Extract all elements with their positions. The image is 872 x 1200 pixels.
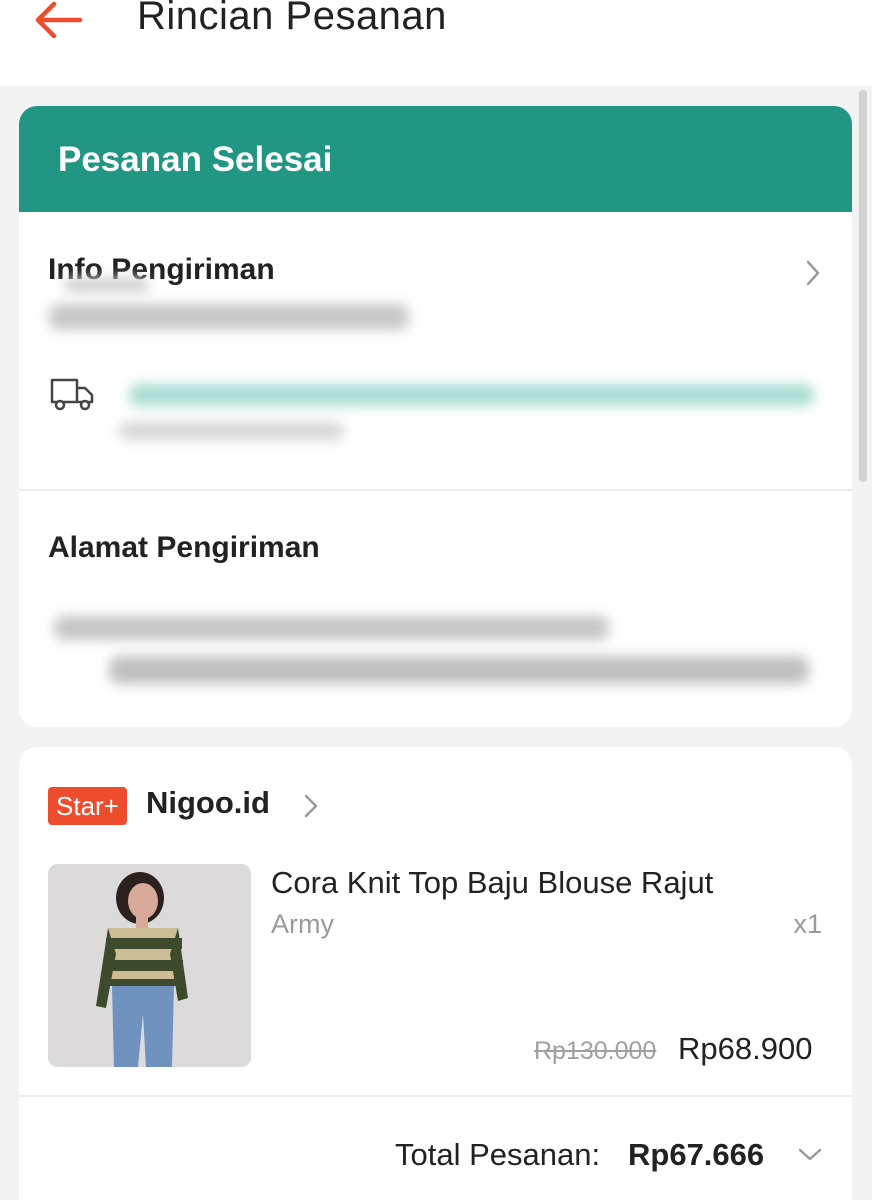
shipping-address-title: Alamat Pengiriman bbox=[48, 531, 320, 564]
top-bar: Rincian Pesanan bbox=[0, 0, 872, 86]
arrow-left-icon bbox=[35, 1, 83, 39]
truck-icon bbox=[50, 378, 94, 411]
redacted-courier bbox=[64, 278, 149, 292]
chevron-down-icon[interactable] bbox=[797, 1147, 823, 1163]
product-name[interactable]: Cora Knit Top Baju Blouse Rajut bbox=[271, 865, 713, 901]
product-price: Rp68.900 bbox=[678, 1031, 813, 1066]
product-photo bbox=[48, 864, 251, 1067]
product-variant: Army bbox=[271, 909, 334, 939]
original-price: Rp130.000 bbox=[534, 1037, 657, 1065]
scrollbar[interactable] bbox=[859, 90, 867, 482]
order-total-value: Rp67.666 bbox=[628, 1137, 765, 1172]
redacted-shipping-time bbox=[119, 422, 344, 440]
redacted-tracking-number bbox=[49, 304, 409, 330]
chevron-right-icon[interactable] bbox=[804, 259, 822, 287]
order-status-banner: Pesanan Selesai bbox=[19, 106, 852, 212]
page-title: Rincian Pesanan bbox=[137, 0, 447, 38]
redacted-latest-shipping-status bbox=[129, 384, 814, 406]
product-quantity: x1 bbox=[793, 909, 822, 939]
back-button[interactable] bbox=[30, 0, 90, 44]
star-plus-badge: Star+ bbox=[48, 787, 127, 825]
divider bbox=[19, 1095, 852, 1097]
redacted-address bbox=[109, 656, 809, 684]
divider bbox=[19, 489, 852, 491]
product-image[interactable] bbox=[48, 864, 251, 1067]
redacted-recipient bbox=[54, 616, 609, 640]
chevron-right-icon[interactable] bbox=[303, 793, 319, 819]
product-card: Star+ Nigoo.id Cora Knit Top Baju Blouse… bbox=[19, 747, 852, 1200]
shop-name[interactable]: Nigoo.id bbox=[146, 785, 270, 821]
order-total-label: Total Pesanan: bbox=[395, 1137, 601, 1172]
order-details-card: Pesanan Selesai Info Pengiriman Alamat P… bbox=[19, 106, 852, 727]
